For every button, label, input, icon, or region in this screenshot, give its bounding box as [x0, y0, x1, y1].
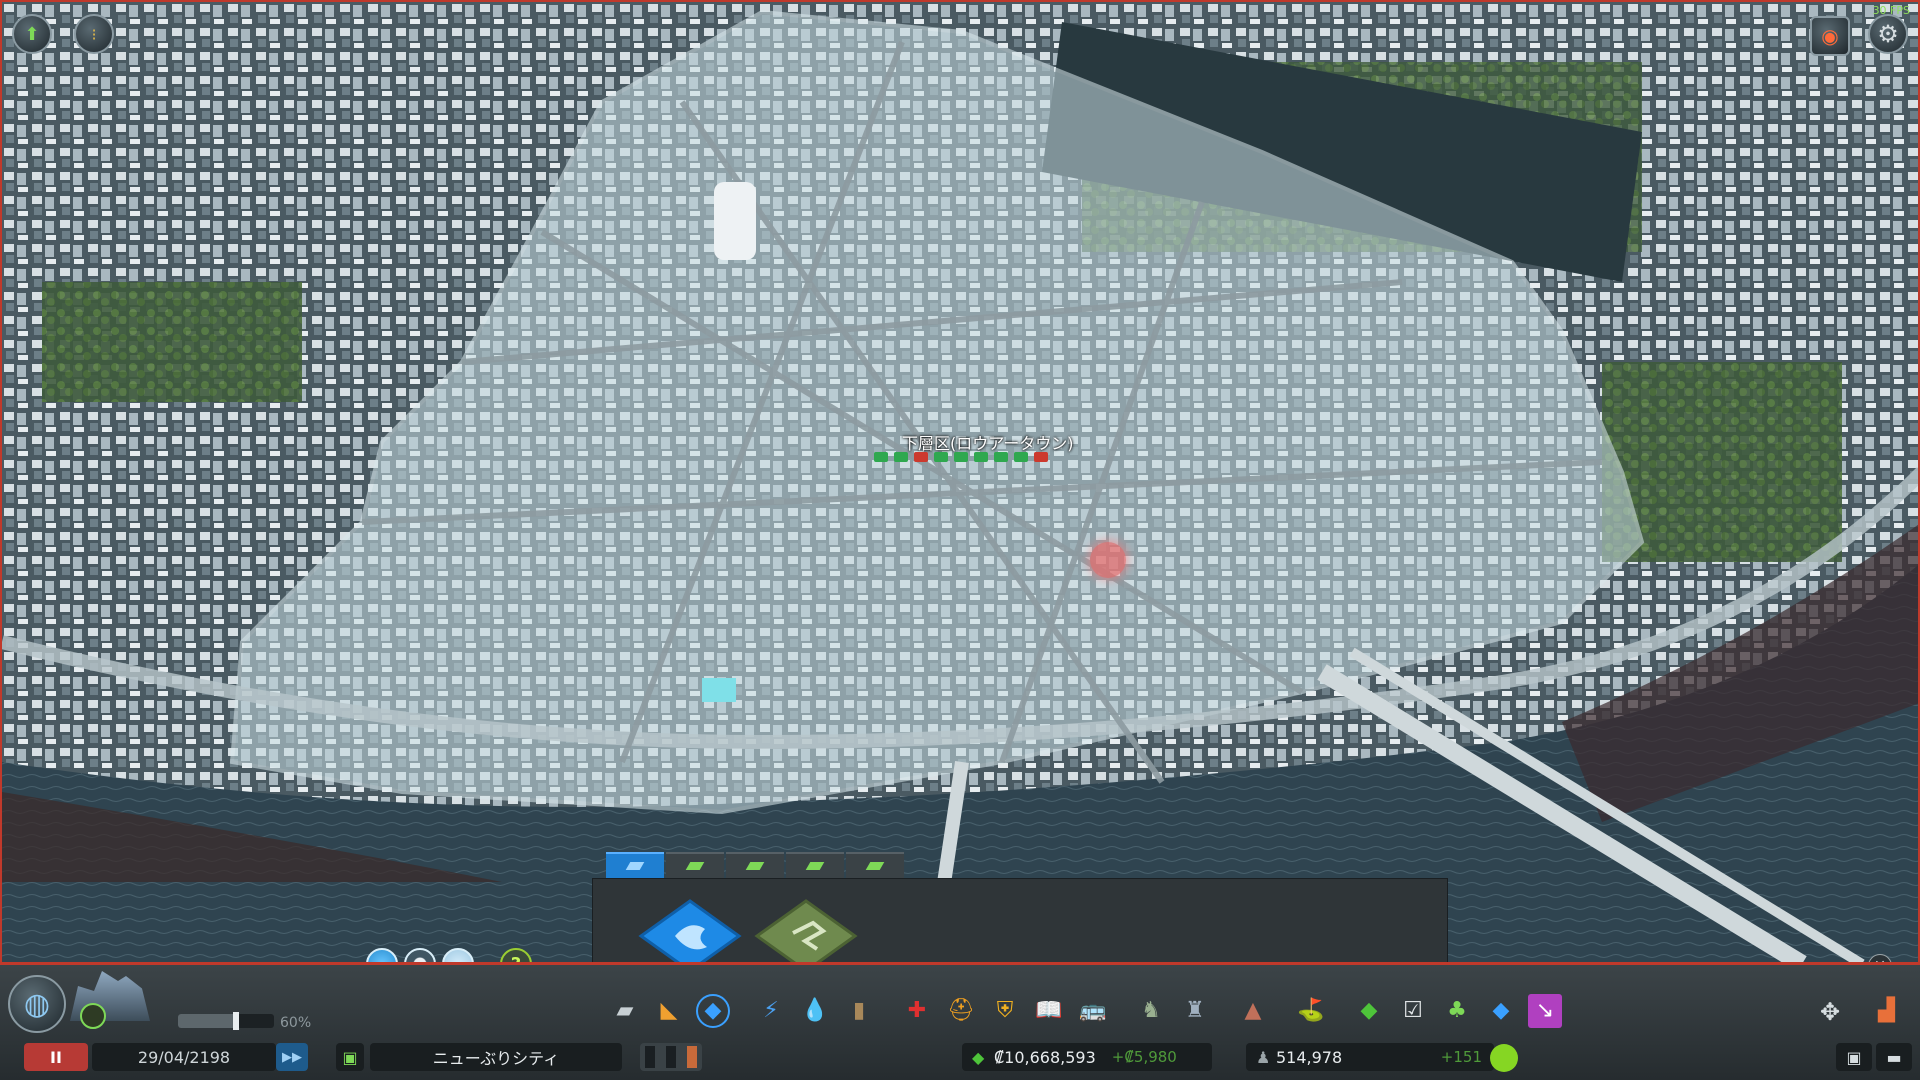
money-icon: ◆ — [972, 1047, 985, 1067]
money-delta: +₡5,980 — [1111, 1048, 1177, 1066]
water-icon[interactable]: 💧 — [798, 994, 832, 1028]
population-value: 514,978 — [1276, 1047, 1343, 1067]
policy-icon — [874, 452, 888, 462]
unlock-progress-icon[interactable]: ▣ — [336, 1043, 364, 1071]
speed-label: 60% — [280, 1015, 312, 1031]
unique-buildings-icon[interactable]: ♜ — [1178, 994, 1212, 1028]
record-button[interactable]: ◉ — [1810, 16, 1850, 56]
zone-demand-meter — [640, 1043, 702, 1071]
population-display[interactable]: ♟ 514,978 +151 — [1246, 1043, 1494, 1071]
tab-industry-area[interactable] — [726, 852, 784, 878]
fire-icon[interactable]: ⛑ — [944, 994, 978, 1028]
unlock-icon: ⬆ — [24, 23, 40, 45]
upgrade-icon[interactable]: ◆ — [1352, 994, 1386, 1028]
education-icon[interactable]: 📖 — [1032, 994, 1066, 1028]
speed-slider-handle[interactable] — [232, 1012, 239, 1030]
transport-icon[interactable]: 🚌 — [1076, 994, 1110, 1028]
policy-icon — [994, 452, 1008, 462]
districts-icon[interactable]: ◆ — [696, 994, 730, 1028]
policy-icon — [1034, 452, 1048, 462]
disasters-icon[interactable]: ⛳ — [1294, 994, 1328, 1028]
district-tab-icon — [625, 862, 645, 870]
park-tab-icon — [685, 862, 705, 870]
policy-icon — [974, 452, 988, 462]
camera-move-icon[interactable]: ✥ — [1820, 998, 1840, 1026]
screenshot-icon[interactable]: ▣ — [1836, 1043, 1872, 1071]
happiness-icon — [1490, 1044, 1518, 1072]
roads-icon[interactable]: ▰ — [608, 994, 642, 1028]
tab-district-paint[interactable] — [606, 852, 664, 878]
healthcare-icon[interactable]: ✚ — [900, 994, 934, 1028]
achievement-button[interactable] — [80, 1003, 106, 1029]
main-toolbar: ▰ ◣ ◆ ⚡ 💧 ▮ ✚ ⛑ ⛨ 📖 🚌 ♞ ♜ ▲ ⛳ ◆ ☑ ♣ ◆ ↘ — [608, 994, 1572, 1028]
fps-counter: 30 FPS — [1872, 4, 1910, 17]
district-panel-tabs — [606, 852, 904, 878]
garbage-icon[interactable]: ▮ — [842, 994, 876, 1028]
zoning-icon[interactable]: ◣ — [652, 994, 686, 1028]
population-delta: +151 — [1440, 1048, 1482, 1066]
campus-tab-icon — [805, 862, 825, 870]
speed-slider-fill — [178, 1014, 236, 1028]
settings-button[interactable]: ⚙ — [1868, 14, 1908, 54]
unlock-button[interactable]: ⬆ — [12, 14, 52, 54]
speed-button[interactable]: ▶▶ — [276, 1043, 308, 1071]
policy-icon — [914, 452, 928, 462]
industry-tab-icon — [745, 862, 765, 870]
camera-record-icon: ◉ — [1821, 24, 1839, 48]
electricity-icon[interactable]: ⚡ — [754, 994, 788, 1028]
parks-icon[interactable]: ♞ — [1134, 994, 1168, 1028]
free-camera-icon[interactable]: ▬ — [1876, 1043, 1912, 1071]
policy-icon — [934, 452, 948, 462]
gear-icon: ⚙ — [1877, 20, 1899, 48]
policy-icon — [894, 452, 908, 462]
speed-slider[interactable] — [178, 1012, 274, 1030]
money-display[interactable]: ◆ ₡10,668,593 +₡5,980 — [962, 1043, 1212, 1071]
water-tool-icon[interactable]: ◆ — [1484, 994, 1518, 1028]
policy-icon — [1014, 452, 1028, 462]
landscaping-icon[interactable]: ▲ — [1236, 994, 1270, 1028]
city-name[interactable]: ニューぶりシティ — [370, 1043, 622, 1071]
date-display: 29/04/2198 — [92, 1043, 276, 1071]
tab-campus-area[interactable] — [786, 852, 844, 878]
cursor-marker — [1090, 542, 1126, 578]
police-icon[interactable]: ⛨ — [988, 994, 1022, 1028]
tab-park-area[interactable] — [666, 852, 724, 878]
city-map-viewport[interactable]: ⬆ ⁝ ◉ ⚙ 30 FPS 下層区(ロウアータウン) — [0, 0, 1920, 962]
policy-icon — [954, 452, 968, 462]
pause-button[interactable]: II — [24, 1043, 88, 1071]
airport-tab-icon — [865, 862, 885, 870]
traffic-routes-button[interactable]: ⁝ — [74, 14, 114, 54]
city-info-button[interactable]: ◍ — [8, 975, 66, 1033]
district-name-label[interactable]: 下層区(ロウアータウン) — [902, 430, 1074, 454]
status-row: II 29/04/2198 ▶▶ ▣ ニューぶりシティ ◆ ₡10,668,59… — [0, 1040, 1920, 1074]
district-policy-icons — [874, 452, 1048, 462]
traffic-light-icon: ⁝ — [91, 24, 97, 44]
population-icon: ♟ — [1256, 1047, 1271, 1067]
globe-icon: ◍ — [23, 986, 51, 1022]
city-map[interactable] — [2, 2, 1920, 962]
bulldoze-tree-icon[interactable]: ♣ — [1440, 994, 1474, 1028]
money-value: ₡10,668,593 — [994, 1047, 1096, 1067]
move-it-icon[interactable]: ↘ — [1528, 994, 1562, 1028]
policies-icon[interactable]: ☑ — [1396, 994, 1430, 1028]
chirper-icon[interactable]: ▟ — [1878, 998, 1895, 1023]
tab-airport-area[interactable] — [846, 852, 904, 878]
